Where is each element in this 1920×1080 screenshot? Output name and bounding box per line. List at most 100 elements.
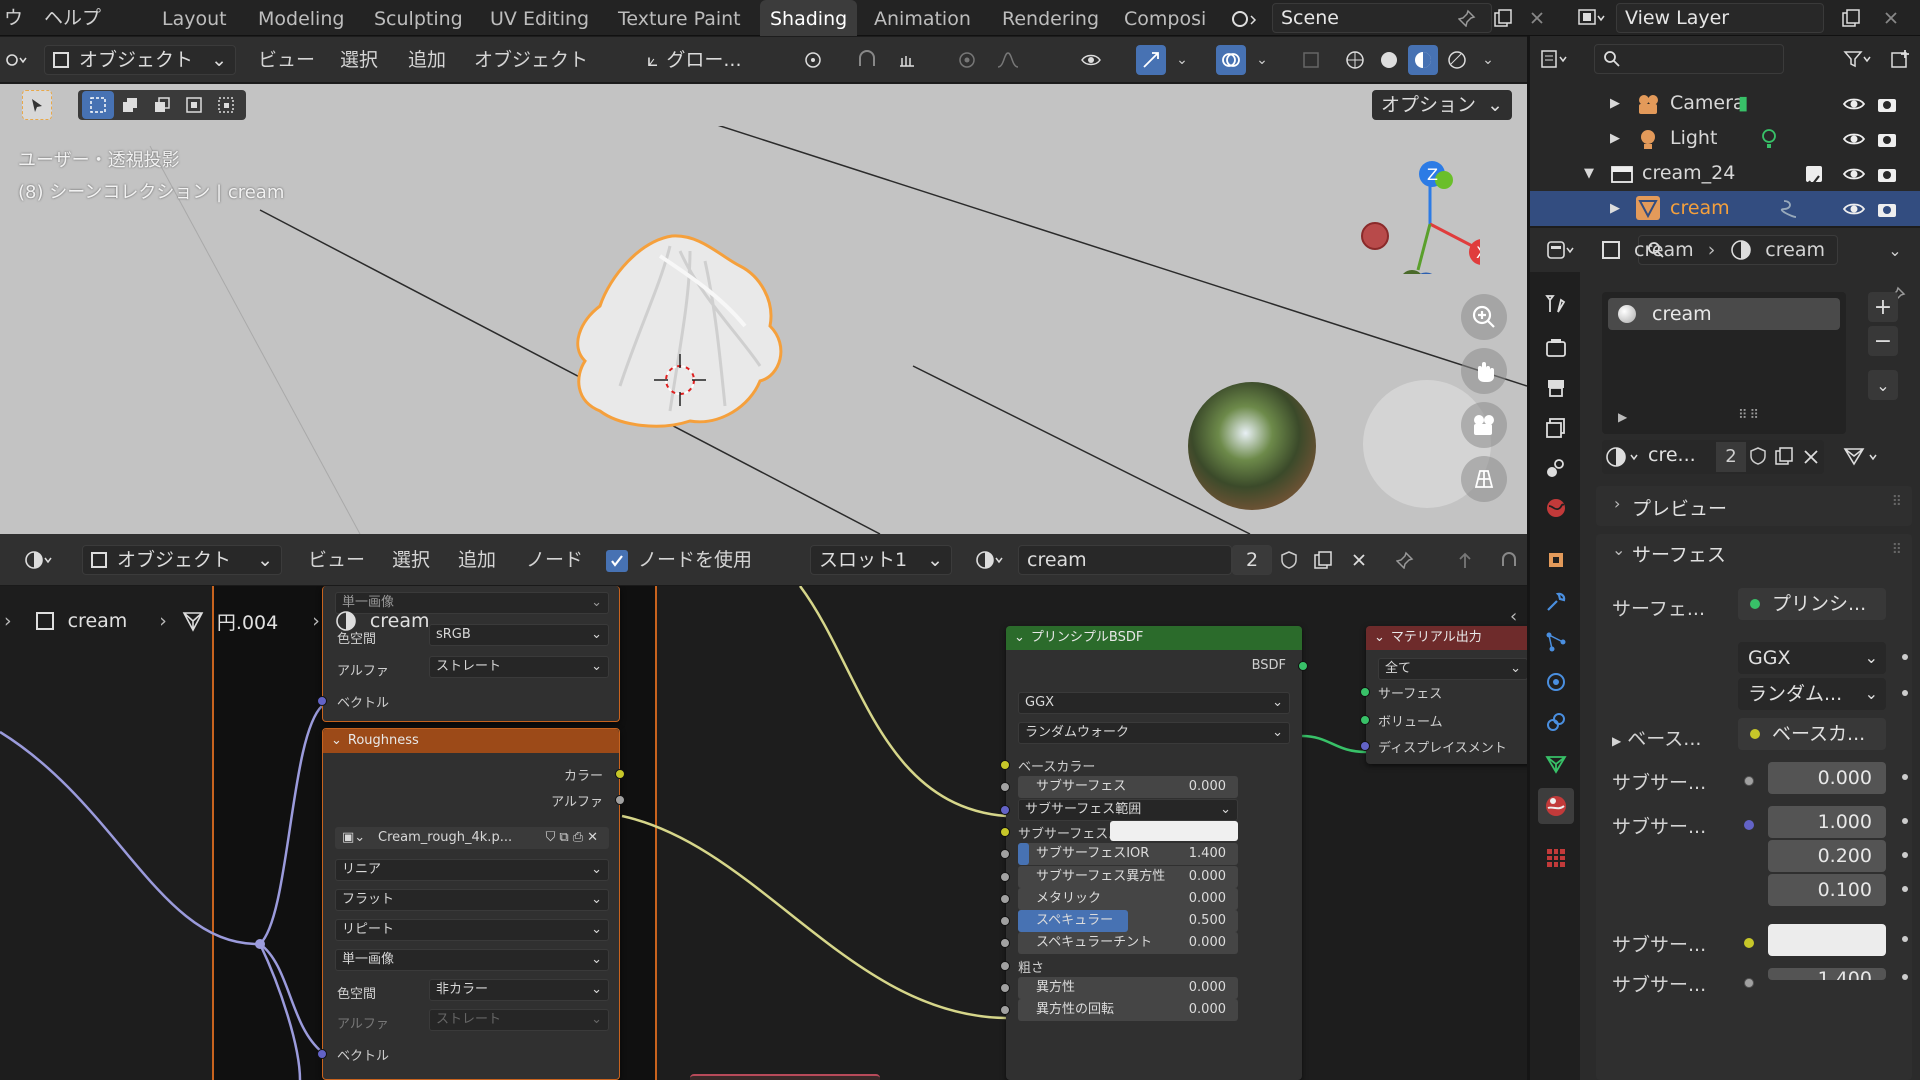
keyframe-dot-icon[interactable] — [1902, 818, 1908, 824]
menu-object[interactable]: オブジェクト — [474, 45, 588, 75]
visibility-filter-icon[interactable] — [1070, 45, 1116, 75]
select-subtract-icon[interactable] — [146, 91, 178, 119]
menu-view[interactable]: ビュー — [258, 45, 315, 75]
material-name-field[interactable]: cream — [1018, 545, 1232, 575]
volume-input-socket[interactable] — [1360, 715, 1370, 725]
tab-compositing[interactable]: Composi — [1114, 0, 1216, 36]
node-menu-node[interactable]: ノード — [526, 545, 583, 575]
colorspace-dropdown[interactable]: sRGB ⌄ — [429, 624, 609, 646]
tab-sculpting[interactable]: Sculpting — [364, 0, 473, 36]
roughness-texture-node[interactable]: ⌄ Roughness カラー アルファ ▣⌄ Cream_rough_4k.p..… — [317, 728, 625, 1080]
colorspace-dropdown[interactable]: 非カラー ⌄ — [429, 979, 609, 1001]
collapse-arrow-icon[interactable]: ▼ — [1584, 156, 1594, 191]
bsdf-input-socket[interactable] — [1000, 849, 1010, 860]
output-tab-icon[interactable] — [1538, 370, 1574, 406]
xray-toggle-icon[interactable] — [1296, 45, 1326, 75]
expand-arrow-icon[interactable]: ▶ — [1610, 191, 1620, 226]
node-menu-select[interactable]: 選択 — [392, 545, 430, 575]
eye-icon[interactable] — [1842, 94, 1866, 114]
shader-editor-type-icon[interactable] — [18, 545, 58, 575]
material-users-count[interactable]: 2 — [1232, 545, 1272, 575]
bsdf-input-socket[interactable] — [1000, 782, 1010, 793]
image-datablock-field[interactable]: ▣⌄ Cream_rough_4k.p... ⛉⧉⎙✕ — [335, 827, 609, 849]
render-camera-icon[interactable] — [1876, 94, 1898, 114]
scene-browse-icon[interactable] — [1222, 3, 1266, 33]
new-scene-icon[interactable] — [1488, 3, 1518, 33]
snap-node-icon[interactable] — [1494, 545, 1524, 575]
material-slot-item[interactable]: cream — [1608, 298, 1840, 330]
surface-input-socket[interactable] — [1360, 687, 1370, 697]
keyframe-dot-icon[interactable] — [1902, 690, 1908, 696]
vector-input-socket[interactable] — [317, 696, 327, 706]
render-camera-icon[interactable] — [1876, 199, 1898, 219]
distribution-dropdown[interactable]: GGX ⌄ — [1738, 642, 1886, 674]
surface-panel-label[interactable]: サーフェス — [1632, 540, 1726, 567]
particles-tab-icon[interactable] — [1538, 624, 1574, 660]
menu-help[interactable]: ヘルプ — [44, 0, 101, 36]
add-slot-icon[interactable]: + — [1868, 292, 1898, 322]
bsdf-input-socket[interactable] — [1000, 983, 1010, 993]
slot-specials-icon[interactable]: ⌄ — [1868, 370, 1898, 400]
outliner-search-input[interactable] — [1594, 44, 1784, 74]
scene-tab-icon[interactable] — [1538, 450, 1574, 486]
subsurface-ior-field[interactable]: 1.400 — [1768, 968, 1886, 980]
falloff-icon[interactable] — [986, 45, 1032, 75]
sidebar-toggle-icon[interactable]: ‹ — [1510, 606, 1517, 627]
select-tool-icon[interactable] — [22, 90, 52, 120]
output-target-dropdown[interactable]: 全て ⌄ — [1378, 658, 1527, 680]
material-name-field[interactable]: cre... — [1648, 444, 1696, 466]
expand-arrow-icon[interactable]: ▶ — [1618, 410, 1627, 424]
fake-user-shield-icon[interactable] — [1748, 446, 1768, 468]
snap-icon[interactable] — [852, 45, 882, 75]
keyframe-dot-icon[interactable] — [1902, 852, 1908, 858]
bsdf-input-socket[interactable] — [1000, 916, 1010, 927]
unlink-material-icon[interactable] — [1802, 448, 1820, 466]
menu-add[interactable]: 追加 — [408, 45, 446, 75]
bsdf-input-field[interactable]: メタリック 0.000 — [1018, 887, 1238, 910]
alpha-output-socket[interactable] — [615, 795, 625, 805]
editor-type-icon[interactable] — [2, 45, 32, 75]
material-browse-icon[interactable] — [966, 545, 1014, 575]
fake-user-shield-icon[interactable] — [1274, 545, 1304, 575]
light-data-icon[interactable] — [1758, 127, 1780, 151]
material-preview-shading-icon[interactable] — [1408, 45, 1438, 75]
output-node-header[interactable]: ⌄ マテリアル出力 — [1366, 626, 1527, 650]
tab-layout[interactable]: Layout — [152, 0, 237, 36]
bsdf-input-field[interactable]: サブサーフェス 0.000 — [1018, 776, 1238, 799]
chevron-down-icon[interactable]: ⌄ — [1612, 540, 1625, 559]
distribution-dropdown[interactable]: GGX ⌄ — [1018, 692, 1290, 714]
bsdf-input-field[interactable]: 異方性 0.000 — [1018, 977, 1238, 999]
modifier-tab-icon[interactable] — [1538, 584, 1574, 620]
render-camera-icon[interactable] — [1876, 129, 1898, 149]
expand-arrow-icon[interactable]: ▶ — [1610, 86, 1620, 121]
keyframe-dot-icon[interactable] — [1902, 936, 1908, 942]
rendered-shading-icon[interactable] — [1442, 45, 1472, 75]
use-nodes-label[interactable]: ノードを使用 — [638, 545, 752, 575]
node-menu-view[interactable]: ビュー — [308, 545, 365, 575]
vector-input-socket[interactable] — [317, 1049, 327, 1059]
view-layer-tab-icon[interactable] — [1538, 410, 1574, 446]
outliner-row-collection[interactable]: ▼ cream_24 — [1530, 156, 1920, 191]
keyframe-dot-icon[interactable] — [1902, 774, 1908, 780]
overlays-toggle-icon[interactable] — [1216, 45, 1246, 75]
eye-icon[interactable] — [1842, 129, 1866, 149]
bsdf-input-field[interactable]: 異方性の回転 0.000 — [1018, 999, 1238, 1022]
tab-texture-paint[interactable]: Texture Paint — [608, 0, 751, 36]
tab-modeling[interactable]: Modeling — [248, 0, 354, 36]
pivot-point-icon[interactable] — [792, 45, 838, 75]
bsdf-input-socket[interactable] — [1000, 804, 1010, 815]
material-browse-icon[interactable] — [1604, 445, 1644, 469]
zoom-icon[interactable] — [1461, 294, 1507, 340]
perspective-toggle-icon[interactable] — [1461, 456, 1507, 502]
image-texture-node-top[interactable]: 単一画像 ⌄ 色空間 sRGB ⌄ アルファ ストレート ⌄ ベクトル — [317, 586, 620, 722]
shader-object-type-dropdown[interactable]: オブジェクト ⌄ — [82, 545, 282, 575]
material-output-node[interactable]: ⌄ マテリアル出力 全て ⌄ サーフェス ボリューム ディスプレイスメント — [1360, 626, 1527, 764]
color-output-socket[interactable] — [615, 769, 625, 779]
3d-viewport[interactable]: ユーザー・透視投影 (8) シーンコレクション | cream Z X — [0, 126, 1527, 534]
render-camera-icon[interactable] — [1876, 164, 1898, 184]
keyframe-dot-icon[interactable] — [1902, 654, 1908, 660]
camera-data-icon[interactable]: ▮ — [1738, 86, 1748, 121]
camera-view-icon[interactable] — [1461, 402, 1507, 448]
roughness-node-header[interactable]: ⌄ Roughness — [323, 729, 619, 753]
projection-dropdown[interactable]: フラット ⌄ — [335, 889, 609, 911]
